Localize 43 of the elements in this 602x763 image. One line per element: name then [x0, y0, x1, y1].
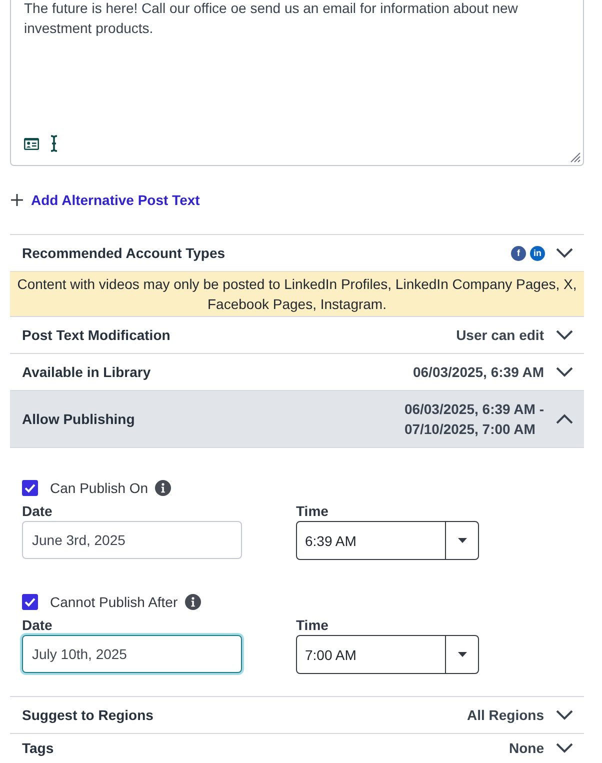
section-title: Post Text Modification: [22, 327, 170, 343]
section-title: Available in Library: [22, 364, 151, 380]
field-label: Time: [296, 616, 328, 634]
date-field[interactable]: July 10th, 2025: [22, 635, 242, 673]
section-title: Allow Publishing: [22, 411, 135, 427]
section-title: Recommended Account Types: [22, 245, 226, 261]
checkbox-label: Can Publish On: [50, 480, 148, 496]
section-value: 06/03/2025, 6:39 AM - 07/10/2025, 7:00 AM: [404, 400, 544, 439]
checkbox[interactable]: [22, 480, 38, 496]
info-icon[interactable]: [155, 480, 172, 496]
section-value: User can edit: [456, 326, 544, 345]
chevron-down-icon[interactable]: [556, 330, 573, 340]
section-header[interactable]: Allow Publishing 06/03/2025, 6:39 AM - 07/10/2025, 7:00 AM: [10, 390, 584, 447]
section-value: None: [509, 739, 544, 758]
add-alternative-text-link[interactable]: Add Alternative Post Text: [10, 190, 200, 210]
video-notice: Content with videos may only be posted to LinkedIn Profiles, LinkedIn Company Pages, X, Facebook Pages, Instagram.: [10, 271, 584, 316]
contact-card-icon[interactable]: [24, 138, 39, 150]
text-cursor-icon[interactable]: [50, 135, 58, 152]
section-title: Suggest to Regions: [22, 707, 154, 723]
checkbox-label: Cannot Publish After: [50, 594, 178, 610]
chevron-down-icon[interactable]: [556, 710, 573, 720]
section-value: 06/03/2025, 6:39 AM: [412, 363, 544, 382]
post-text-field[interactable]: The future is here! Call our office oe send us an email for information about new investment products.: [10, 0, 584, 166]
section-value: All Regions: [466, 706, 544, 725]
field-label: Date: [22, 616, 52, 634]
social-network-icon: in: [530, 246, 545, 260]
checkbox[interactable]: [22, 594, 38, 610]
social-network-icon: f: [511, 246, 526, 260]
chevron-down-icon[interactable]: [556, 367, 573, 377]
section-title: Tags: [22, 740, 54, 756]
chevron-up-icon[interactable]: [556, 414, 573, 424]
field-label: Date: [22, 502, 52, 520]
time-select[interactable]: 6:39 AM: [296, 521, 479, 560]
field-label: Time: [296, 502, 328, 520]
chevron-down-icon[interactable]: [556, 248, 573, 258]
resize-grip-icon[interactable]: [570, 152, 581, 163]
chevron-down-icon[interactable]: [556, 743, 573, 753]
plus-icon: [11, 194, 23, 206]
caret-down-icon: [458, 652, 466, 657]
info-icon[interactable]: [184, 594, 201, 610]
time-select[interactable]: 7:00 AM: [296, 635, 479, 674]
date-field[interactable]: June 3rd, 2025: [22, 521, 242, 559]
caret-down-icon: [458, 538, 466, 543]
